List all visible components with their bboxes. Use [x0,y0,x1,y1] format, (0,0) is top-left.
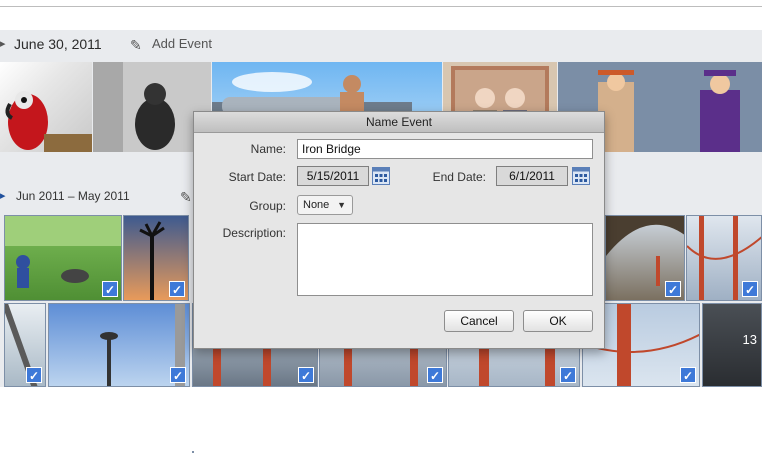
checkmark-icon[interactable]: ✓ [102,281,118,297]
thumbnail[interactable]: ✓ [686,215,762,301]
checkmark-icon[interactable]: ✓ [680,367,696,383]
ok-button[interactable]: OK [523,310,593,332]
description-textarea[interactable] [297,223,593,296]
event-range-label: Jun 2011 – May 2011 [16,189,130,203]
checkmark-icon[interactable]: ✓ [427,367,443,383]
name-label: Name: [250,142,286,156]
start-date-label: Start Date: [228,170,286,184]
checkmark-icon[interactable]: ✓ [26,367,42,383]
thumbnail[interactable]: 13 [702,303,762,387]
end-date-label: End Date: [432,170,486,184]
checkmark-icon[interactable]: ✓ [298,367,314,383]
group-label: Group: [249,199,286,213]
pencil-icon[interactable]: ✎ [180,184,192,210]
dialog-title: Name Event [194,112,604,133]
thumbnail[interactable]: ✓ [48,303,190,387]
end-date-field[interactable]: 6/1/2011 [496,166,568,186]
checkmark-icon[interactable]: ✓ [560,367,576,383]
photo-count-badge: 13 [742,332,757,347]
pencil-icon[interactable]: ✎ [130,33,142,57]
top-divider [0,6,762,7]
start-date-field[interactable]: 5/15/2011 [297,166,369,186]
photo-parrot[interactable] [0,62,92,152]
checkmark-icon[interactable]: ✓ [742,281,758,297]
checkmark-icon[interactable]: ✓ [170,367,186,383]
calendar-icon[interactable] [372,167,390,185]
name-field[interactable]: Iron Bridge [297,139,593,159]
disclosure-triangle-icon[interactable]: ▸ [0,32,6,56]
cancel-button[interactable]: Cancel [444,310,514,332]
chevron-down-icon: ▼ [337,200,346,210]
group-select-value: None [303,199,330,211]
description-label: Description: [222,226,286,240]
thumbnail[interactable]: ✓ [123,215,189,301]
calendar-icon[interactable] [572,167,590,185]
name-event-dialog: Name Event Name: Iron Bridge Start Date:… [193,111,605,349]
thumbnail[interactable]: ✓ [4,303,46,387]
checkmark-icon[interactable]: ✓ [665,281,681,297]
add-event-link[interactable]: Add Event [152,32,212,56]
checkmark-icon[interactable]: ✓ [169,281,185,297]
thumbnail[interactable]: ✓ [605,215,685,301]
disclosure-triangle-icon[interactable]: ▸ [0,183,6,209]
thumbnail[interactable]: ✓ [4,215,122,301]
event-date-label: June 30, 2011 [14,36,102,52]
group-select[interactable]: None ▼ [297,195,353,215]
